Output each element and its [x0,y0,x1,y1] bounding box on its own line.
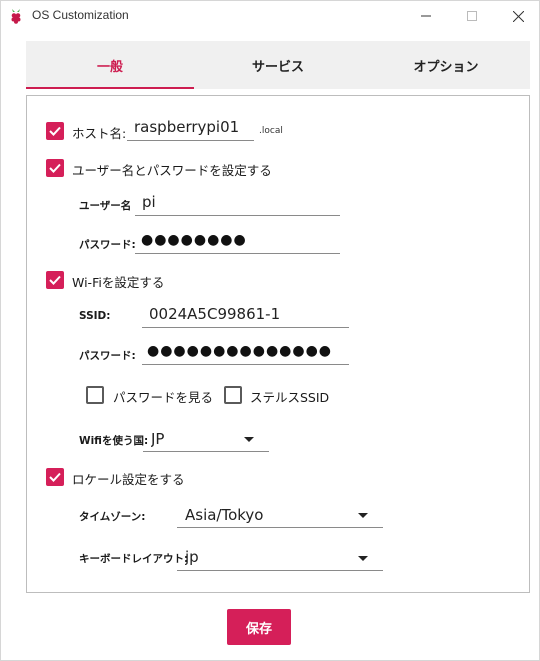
save-button[interactable]: 保存 [227,609,291,645]
set-user-checkbox[interactable] [46,159,64,177]
tab-bar: 一般 サービス オプション [26,41,530,89]
timezone-label: タイムゾーン: [79,511,146,523]
show-password-label: パスワードを見る [113,390,214,405]
user-password-value: ●●●●●●●● [141,232,247,248]
minimize-button[interactable] [403,1,449,31]
wifi-country-value: JP [151,430,165,448]
dropdown-caret-icon [358,513,368,518]
active-tab-indicator [26,87,194,89]
hidden-ssid-checkbox[interactable] [224,386,242,404]
set-user-label: ユーザー名とパスワードを設定する [72,163,272,178]
set-locale-label: ロケール設定をする [72,472,185,487]
close-button[interactable] [495,1,540,31]
checkmark-icon [49,275,61,285]
tab-options-label: オプション [413,59,479,75]
show-password-checkbox[interactable] [86,386,104,404]
raspberry-icon [11,9,21,24]
keyboard-layout-value: jp [185,548,199,566]
hostname-value: raspberrypi01 [134,118,240,136]
tab-general[interactable]: 一般 [26,41,194,89]
username-label: ユーザー名 [79,200,132,212]
maximize-button[interactable] [449,1,495,31]
ssid-input[interactable]: 0024A5C99861-1 [142,302,349,328]
tab-services[interactable]: サービス [194,41,362,89]
timezone-select[interactable]: Asia/Tokyo [177,502,383,528]
tab-options[interactable]: オプション [362,41,530,89]
wifi-country-label: Wifiを使う国: [79,435,149,447]
username-input[interactable]: pi [135,190,340,216]
ssid-value: 0024A5C99861-1 [149,305,281,323]
timezone-value: Asia/Tokyo [185,506,264,524]
user-password-label: パスワード: [79,239,136,251]
hostname-input[interactable]: raspberrypi01 [127,115,254,141]
wifi-password-label: パスワード: [79,350,136,362]
dropdown-caret-icon [358,556,368,561]
general-settings-panel: ホスト名: raspberrypi01 .local ユーザー名とパスワードを設… [26,95,530,593]
set-wifi-checkbox[interactable] [46,271,64,289]
dropdown-caret-icon [244,437,254,442]
close-icon [512,10,524,22]
tab-general-label: 一般 [96,59,123,75]
minimize-icon [421,15,431,17]
ssid-label: SSID: [79,310,111,322]
title-bar: OS Customization [1,1,540,31]
wifi-password-input[interactable]: ●●●●●●●●●●●●●● [142,339,349,365]
window-title: OS Customization [32,8,129,22]
user-password-input[interactable]: ●●●●●●●● [135,228,340,254]
maximize-icon [467,11,477,21]
os-customization-window: OS Customization 一般 サービス オプション ホスト名: ras… [0,0,540,661]
hostname-label: ホスト名: [72,126,127,141]
wifi-password-value: ●●●●●●●●●●●●●● [147,343,333,359]
hostname-checkbox[interactable] [46,122,64,140]
tab-services-label: サービス [251,59,304,75]
set-locale-checkbox[interactable] [46,468,64,486]
hostname-suffix: .local [259,126,283,136]
keyboard-layout-label: キーボードレイアウト: [79,553,189,565]
wifi-country-select[interactable]: JP [143,426,269,452]
keyboard-layout-select[interactable]: jp [177,545,383,571]
checkmark-icon [49,163,61,173]
checkmark-icon [49,126,61,136]
hidden-ssid-label: ステルスSSID [250,390,330,405]
username-value: pi [142,193,156,211]
set-wifi-label: Wi-Fiを設定する [72,275,165,290]
checkmark-icon [49,472,61,482]
